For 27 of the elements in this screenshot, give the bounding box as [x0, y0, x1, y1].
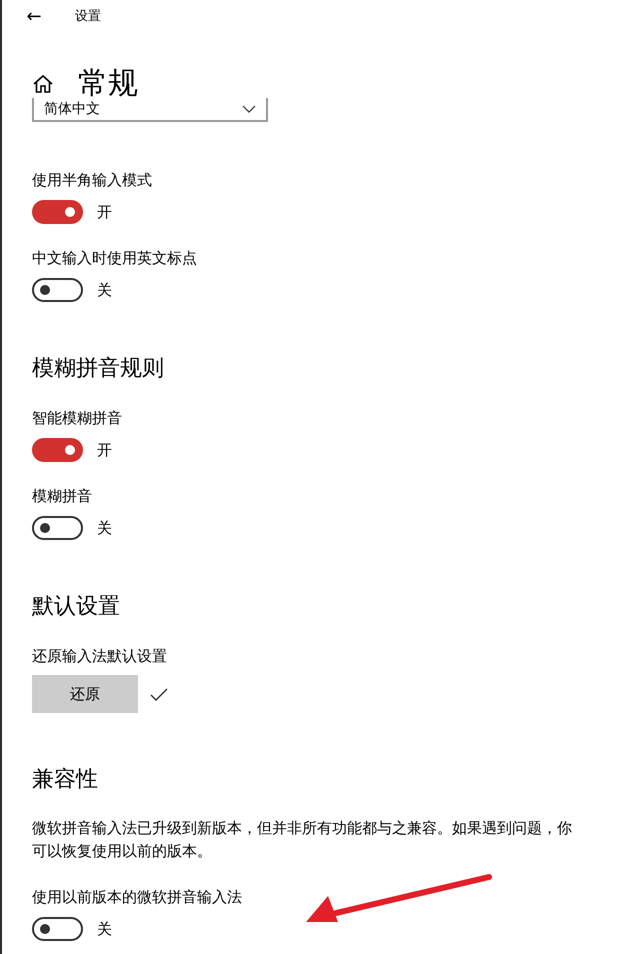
toggle-state: 开 — [97, 440, 112, 460]
setting-label: 使用半角输入模式 — [32, 170, 153, 190]
setting-label: 中文输入时使用英文标点 — [32, 248, 198, 268]
section-heading: 默认设置 — [32, 593, 121, 621]
toggle-switch[interactable] — [32, 278, 83, 302]
setting-label: 模糊拼音 — [32, 486, 93, 506]
toggle-state: 关 — [97, 518, 112, 538]
page-title: 常规 — [78, 65, 138, 101]
window-title: 设置 — [75, 8, 101, 25]
home-icon[interactable] — [32, 73, 54, 95]
section-heading: 模糊拼音规则 — [32, 355, 165, 383]
toggle-switch[interactable] — [32, 200, 83, 224]
back-button[interactable]: ← — [20, 6, 48, 26]
toggle-state: 开 — [97, 202, 112, 222]
toggle-state: 关 — [97, 280, 112, 300]
section-heading: 兼容性 — [32, 766, 99, 794]
toggle-state: 关 — [97, 920, 112, 938]
setting-label: 使用以前版本的微软拼音输入法 — [32, 887, 243, 907]
reset-button[interactable]: 还原 — [32, 675, 138, 713]
chevron-icon — [242, 105, 256, 113]
section-description: 微软拼音输入法已升级到新版本，但并非所有功能都与之兼容。如果遇到问题，你可以恢复使用以前的版本。 — [32, 818, 573, 862]
toggle-switch[interactable] — [32, 438, 83, 462]
language-dropdown[interactable]: 简体中文 — [32, 98, 268, 122]
setting-label: 还原输入法默认设置 — [32, 646, 168, 666]
toggle-switch[interactable] — [32, 516, 83, 540]
toggle-switch[interactable] — [32, 917, 83, 941]
setting-label: 智能模糊拼音 — [32, 408, 123, 428]
